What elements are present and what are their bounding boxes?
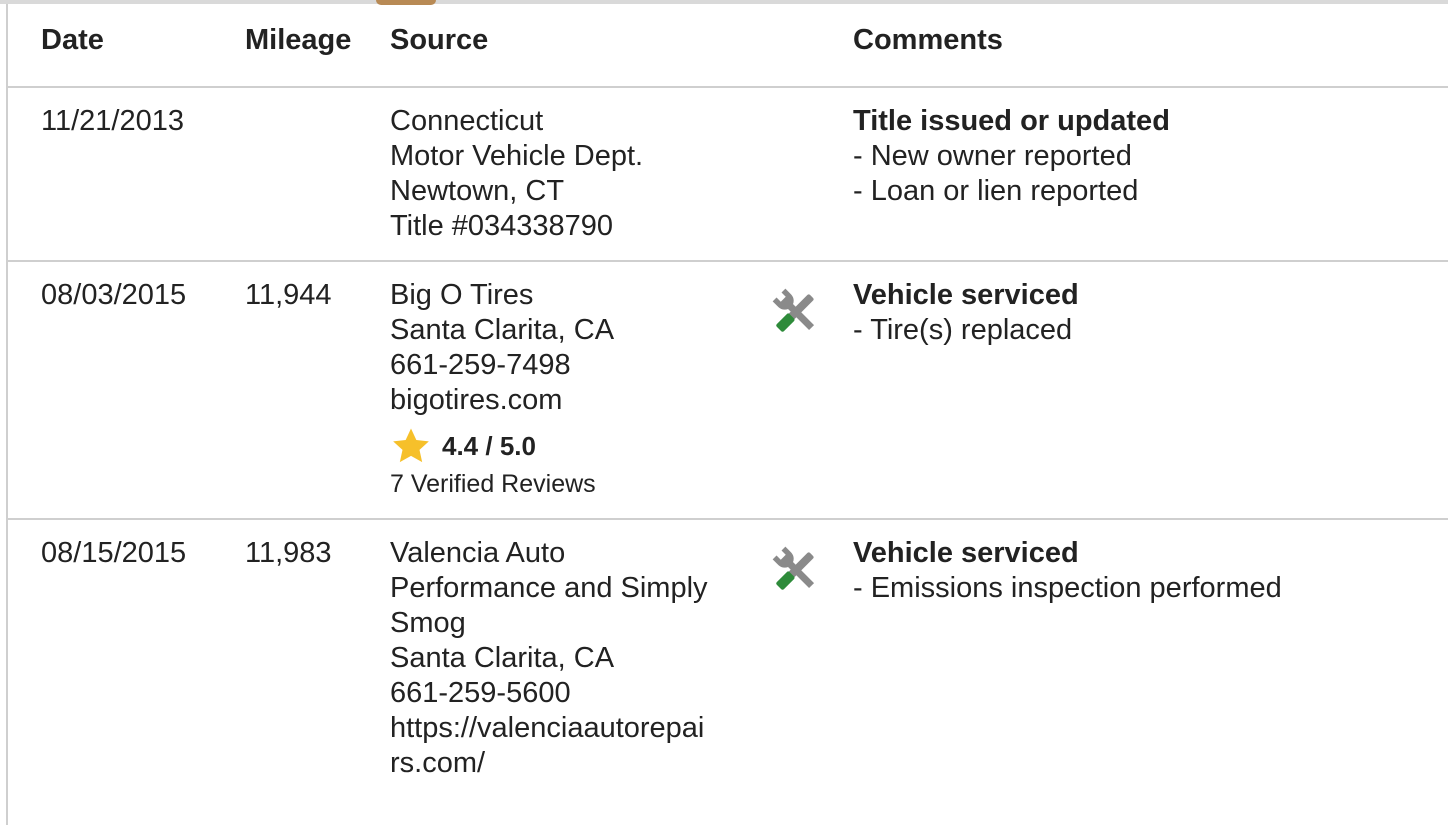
record-source: Big O Tires Santa Clarita, CA 661-259-74…	[390, 278, 614, 418]
column-header-comments: Comments	[853, 24, 1003, 56]
service-tools-icon	[772, 546, 815, 590]
record-comments: Vehicle serviced - Tire(s) replaced	[853, 278, 1079, 348]
source-name-line: Performance and Simply	[390, 572, 708, 604]
record-comments: Title issued or updated - New owner repo…	[853, 104, 1170, 209]
table-header: Date Mileage Source Comments	[8, 4, 1448, 88]
record-date: 08/03/2015	[41, 279, 187, 311]
source-website-link[interactable]: bigotires.com	[390, 383, 614, 418]
source-name-line: Valencia Auto	[390, 537, 566, 569]
record-date: 11/21/2013	[41, 105, 184, 137]
source-name-line: Connecticut	[390, 105, 544, 137]
source-website-link[interactable]: https://valenciaautorepai	[390, 711, 708, 746]
comment-item: - Tire(s) replaced	[853, 314, 1073, 346]
source-location: Santa Clarita, CA	[390, 314, 615, 346]
table-row: 08/03/2015 11,944 Big O Tires Santa Clar…	[8, 262, 1448, 520]
record-date: 08/15/2015	[41, 537, 187, 569]
vehicle-history-table: Date Mileage Source Comments 11/21/2013 …	[6, 4, 1448, 825]
source-phone: 661-259-5600	[390, 677, 571, 709]
source-name-line: Smog	[390, 607, 466, 639]
record-source: Connecticut Motor Vehicle Dept. Newtown,…	[390, 104, 643, 244]
column-header-mileage: Mileage	[245, 24, 352, 56]
source-rating: 4.4 / 5.0	[390, 426, 536, 466]
service-tools-icon	[772, 288, 815, 332]
record-mileage: 11,944	[245, 279, 332, 311]
record-comments: Vehicle serviced - Emissions inspection …	[853, 536, 1282, 606]
rating-score: 4.4 / 5.0	[442, 430, 536, 461]
source-location: Santa Clarita, CA	[390, 642, 615, 674]
comment-item: - Emissions inspection performed	[853, 572, 1282, 604]
comment-title: Vehicle serviced	[853, 279, 1079, 311]
column-header-date: Date	[41, 24, 104, 56]
source-title-number: Title #034338790	[390, 210, 614, 242]
record-source: Valencia Auto Performance and Simply Smo…	[390, 536, 708, 781]
table-row: 11/21/2013 Connecticut Motor Vehicle Dep…	[8, 88, 1448, 262]
comment-title: Title issued or updated	[853, 105, 1170, 137]
star-icon	[393, 428, 429, 463]
source-name: Big O Tires	[390, 279, 534, 311]
source-website-link[interactable]: rs.com/	[390, 746, 708, 781]
source-phone: 661-259-7498	[390, 349, 571, 381]
comment-title: Vehicle serviced	[853, 537, 1079, 569]
comment-item: - Loan or lien reported	[853, 175, 1139, 207]
record-mileage: 11,983	[245, 537, 332, 569]
source-name-line: Motor Vehicle Dept.	[390, 140, 644, 172]
comment-item: - New owner reported	[853, 140, 1132, 172]
column-header-source: Source	[390, 24, 489, 56]
verified-reviews-link[interactable]: 7 Verified Reviews	[390, 470, 596, 499]
table-row: 08/15/2015 11,983 Valencia Auto Performa…	[8, 520, 1448, 825]
source-location: Newtown, CT	[390, 175, 565, 207]
